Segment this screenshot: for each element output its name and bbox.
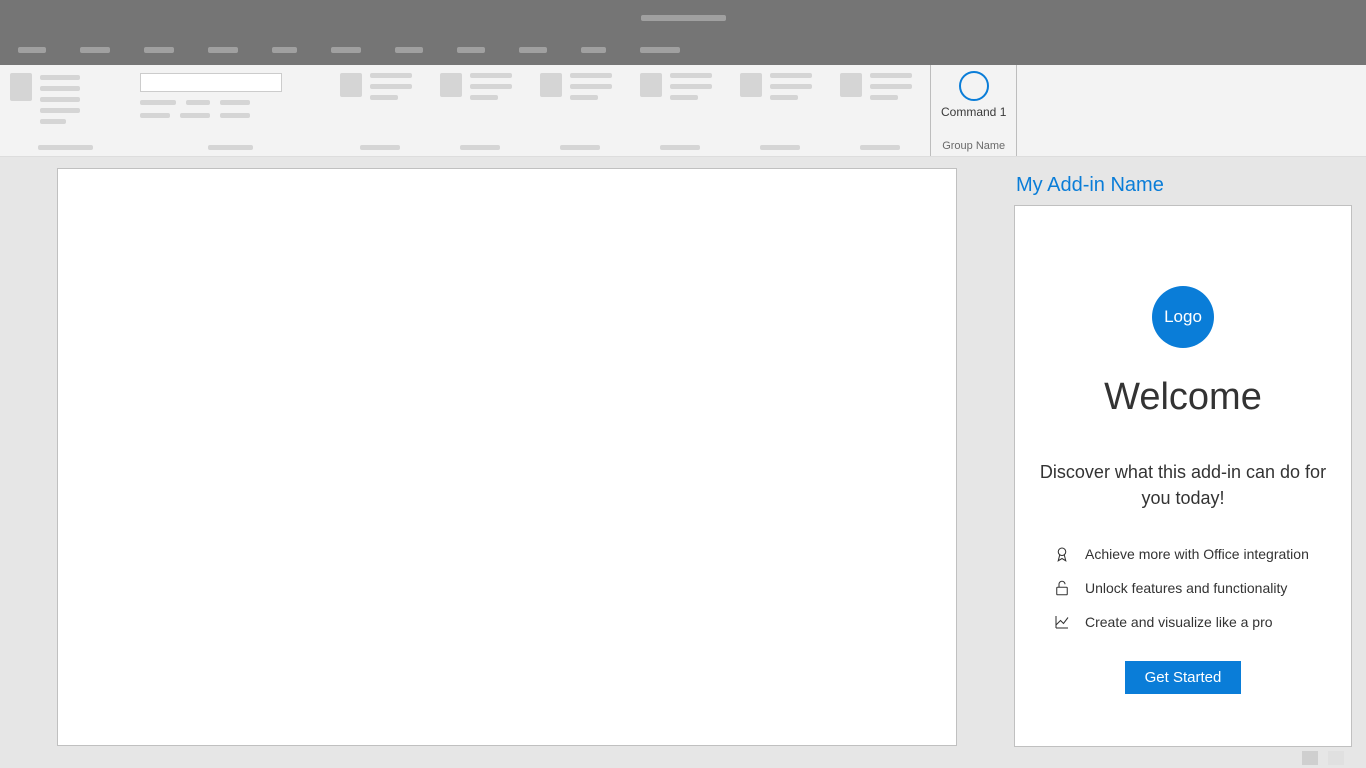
workspace: My Add-in Name Logo Welcome Discover wha… [0,157,1366,747]
feature-item: Achieve more with Office integration [1053,545,1331,563]
ribbon-control-placeholder[interactable] [186,100,210,105]
ribbon-group-label-placeholder [560,145,600,150]
ribbon-button-placeholder[interactable] [440,73,462,97]
taskpane: Logo Welcome Discover what this add-in c… [1014,205,1352,747]
document-canvas[interactable] [57,168,957,746]
ribbon-control-placeholder[interactable] [140,100,176,105]
ribbon-group-label-placeholder [460,145,500,150]
ribbon-control-placeholder[interactable] [670,95,698,100]
ribbon-control-placeholder[interactable] [40,108,80,113]
ribbon-group-label-placeholder [38,145,93,150]
ribbon-control-placeholder[interactable] [570,84,612,89]
ribbon-tab-placeholder[interactable] [208,47,238,53]
ribbon-group-placeholder [430,65,530,156]
welcome-heading: Welcome [1104,376,1262,419]
ribbon-control-placeholder[interactable] [470,73,512,78]
ribbon: Command 1 Group Name [0,65,1366,157]
document-area [0,157,1014,747]
ribbon-control-placeholder[interactable] [470,84,512,89]
ribbon-control-placeholder[interactable] [370,84,412,89]
ribbon-tab-placeholder[interactable] [395,47,423,53]
ribbon-control-placeholder[interactable] [220,100,250,105]
addin-group-label: Group Name [942,140,1005,152]
ribbon-tab-placeholder[interactable] [581,47,606,53]
ribbon-group-label-placeholder [208,145,253,150]
ribbon-group-label-placeholder [660,145,700,150]
ribbon-tab-placeholder[interactable] [519,47,547,53]
title-placeholder [641,15,726,21]
feature-list: Achieve more with Office integration Unl… [1035,545,1331,631]
ribbon-control-placeholder[interactable] [220,113,250,118]
ribbon-tab-placeholder[interactable] [640,47,680,53]
ribbon-control-placeholder[interactable] [670,84,712,89]
ribbon-tab-placeholder[interactable] [457,47,485,53]
ribbon-button-placeholder[interactable] [640,73,662,97]
ribbon-award-icon [1053,545,1071,563]
welcome-subtitle: Discover what this add-in can do for you… [1035,459,1331,511]
ribbon-button-placeholder[interactable] [540,73,562,97]
ribbon-control-placeholder[interactable] [140,113,170,118]
ribbon-button-placeholder[interactable] [740,73,762,97]
feature-text: Achieve more with Office integration [1085,546,1309,562]
ribbon-tab-placeholder[interactable] [331,47,361,53]
status-bar [0,747,1366,768]
ribbon-group-placeholder [330,65,430,156]
ribbon-group-placeholder [130,65,330,156]
feature-item: Create and visualize like a pro [1053,613,1331,631]
ribbon-control-placeholder[interactable] [570,95,598,100]
ribbon-button-placeholder[interactable] [10,73,32,101]
ribbon-group-label-placeholder [860,145,900,150]
get-started-button[interactable]: Get Started [1125,661,1242,694]
ribbon-tab-placeholder[interactable] [272,47,297,53]
ribbon-control-placeholder[interactable] [870,95,898,100]
view-mode-button[interactable] [1302,751,1318,765]
title-bar [0,0,1366,35]
ribbon-tabs [0,35,1366,65]
ribbon-tab-placeholder[interactable] [144,47,174,53]
ribbon-group-label-placeholder [360,145,400,150]
addin-command-icon[interactable] [959,71,989,101]
ribbon-control-placeholder[interactable] [370,95,398,100]
view-mode-button[interactable] [1328,751,1344,765]
ribbon-control-placeholder[interactable] [870,84,912,89]
taskpane-title: My Add-in Name [1014,168,1352,205]
ribbon-input-placeholder[interactable] [140,73,282,92]
ribbon-control-placeholder[interactable] [180,113,210,118]
ribbon-group-placeholder [530,65,630,156]
ribbon-button-placeholder[interactable] [840,73,862,97]
ribbon-control-placeholder[interactable] [40,97,80,102]
addin-command-label[interactable]: Command 1 [941,105,1006,119]
ribbon-group-placeholder [630,65,730,156]
chart-icon [1053,613,1071,631]
ribbon-tab-placeholder[interactable] [18,47,46,53]
ribbon-group-placeholder [0,65,130,156]
ribbon-button-placeholder[interactable] [340,73,362,97]
ribbon-group-label-placeholder [760,145,800,150]
feature-text: Create and visualize like a pro [1085,614,1273,630]
ribbon-group-placeholder [730,65,830,156]
ribbon-control-placeholder[interactable] [370,73,412,78]
ribbon-addin-group: Command 1 Group Name [930,65,1017,156]
feature-item: Unlock features and functionality [1053,579,1331,597]
ribbon-control-placeholder[interactable] [670,73,712,78]
addin-logo: Logo [1152,286,1214,348]
taskpane-container: My Add-in Name Logo Welcome Discover wha… [1014,157,1366,747]
ribbon-control-placeholder[interactable] [40,75,80,80]
ribbon-control-placeholder[interactable] [40,86,80,91]
ribbon-control-placeholder[interactable] [770,84,812,89]
ribbon-tab-placeholder[interactable] [80,47,110,53]
ribbon-group-placeholder [830,65,930,156]
ribbon-control-placeholder[interactable] [570,73,612,78]
ribbon-control-placeholder[interactable] [40,119,66,124]
ribbon-control-placeholder[interactable] [770,95,798,100]
ribbon-control-placeholder[interactable] [770,73,812,78]
unlock-icon [1053,579,1071,597]
feature-text: Unlock features and functionality [1085,580,1287,596]
ribbon-control-placeholder[interactable] [470,95,498,100]
ribbon-control-placeholder[interactable] [870,73,912,78]
